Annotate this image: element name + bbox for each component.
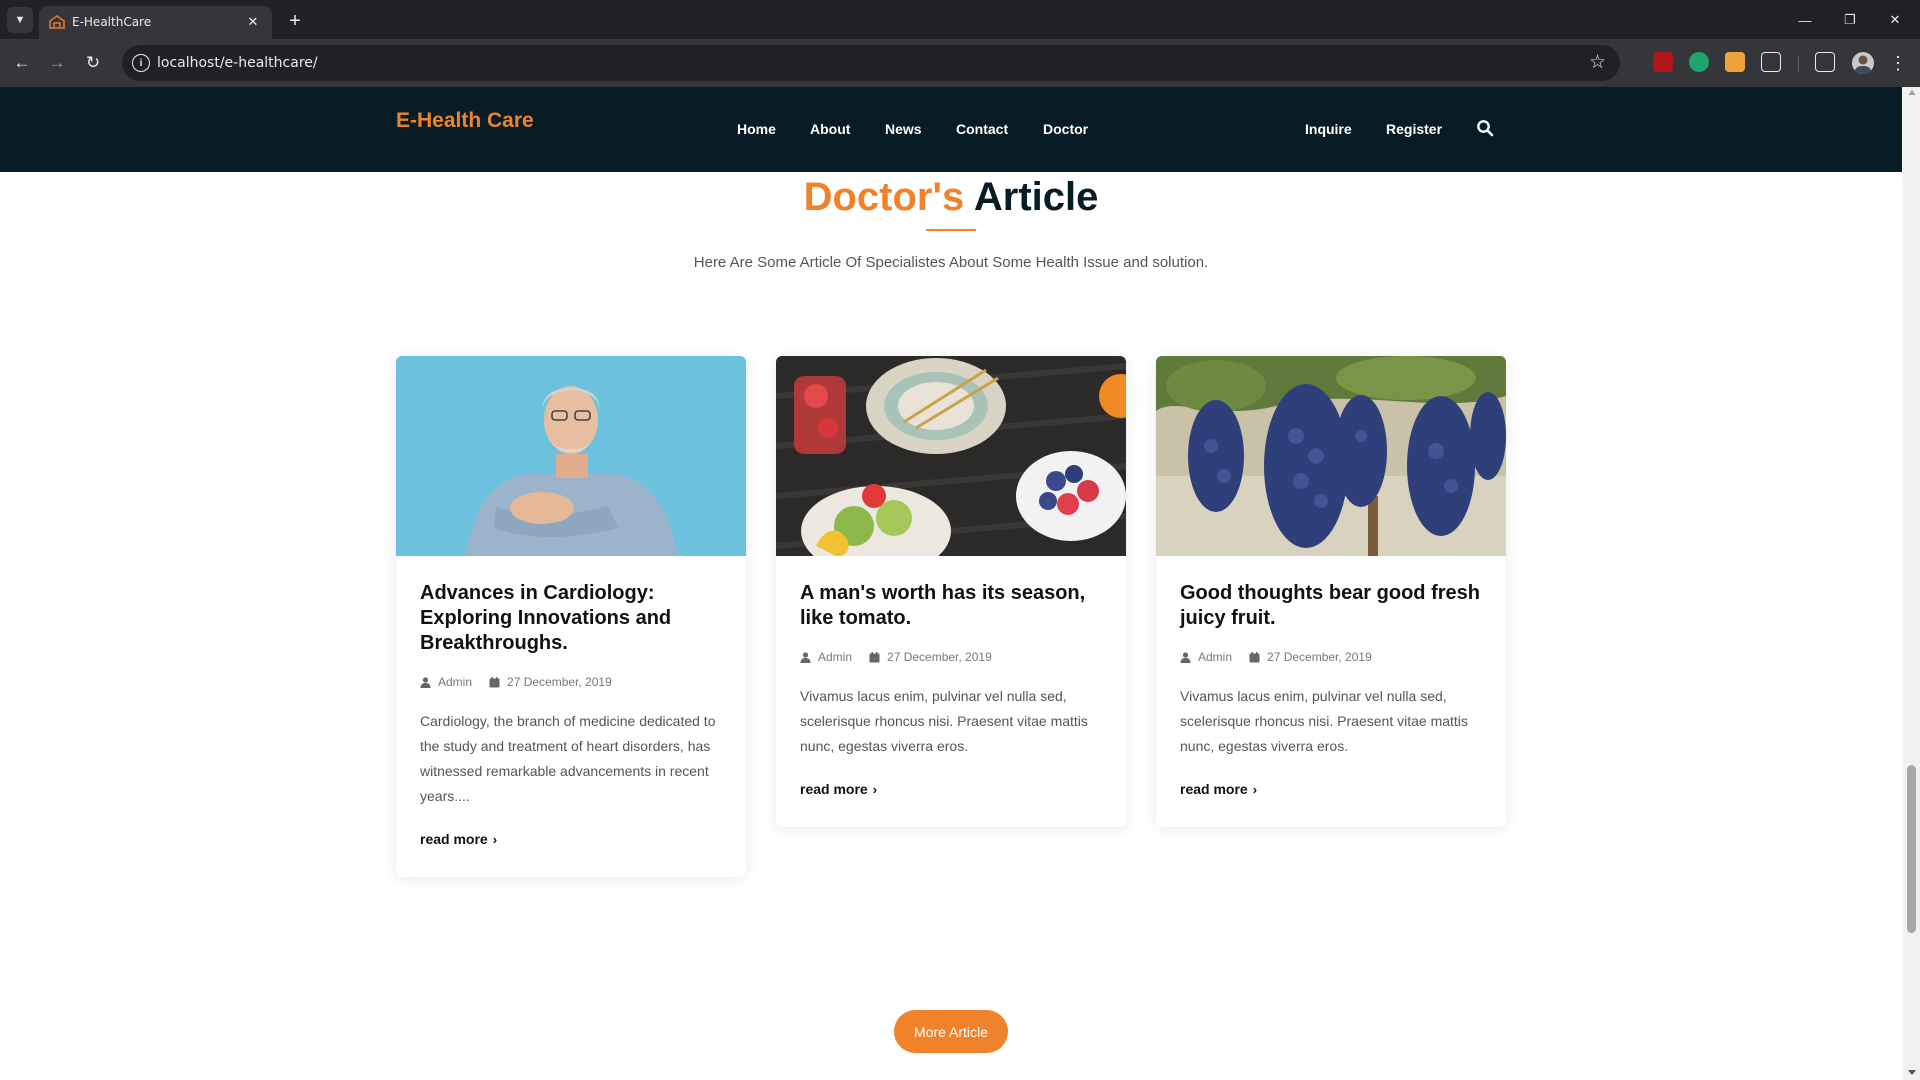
site-info-icon[interactable]: i <box>132 54 150 72</box>
nav-about[interactable]: About <box>810 121 850 137</box>
scrollbar-thumb[interactable] <box>1907 765 1916 933</box>
close-window-icon[interactable]: ✕ <box>1875 8 1915 32</box>
article-title[interactable]: A man's worth has its season, like tomat… <box>800 581 1102 631</box>
extension-icon[interactable] <box>1725 52 1745 72</box>
extensions-puzzle-icon[interactable] <box>1761 52 1781 72</box>
back-icon[interactable]: ← <box>9 50 35 76</box>
article-title[interactable]: Advances in Cardiology: Exploring Innova… <box>420 581 722 656</box>
nav-news[interactable]: News <box>885 121 922 137</box>
read-more-label: read more <box>800 781 868 797</box>
browser-tabbar: ▼ E-HealthCare ✕ + — ❐ ✕ <box>0 0 1920 39</box>
bookmark-star-icon[interactable]: ☆ <box>1589 51 1606 74</box>
article-image-grapes[interactable] <box>1156 356 1506 556</box>
title-underline <box>926 229 976 231</box>
section-title-rest: Article <box>973 175 1099 219</box>
read-more-link[interactable]: read more › <box>800 781 877 797</box>
article-card: Advances in Cardiology: Exploring Innova… <box>396 356 746 877</box>
article-date: 27 December, 2019 <box>1267 650 1372 664</box>
calendar-icon <box>489 676 500 687</box>
nav-register[interactable]: Register <box>1386 121 1442 137</box>
read-more-link[interactable]: read more › <box>1180 781 1257 797</box>
restore-icon[interactable]: ❐ <box>1830 8 1870 32</box>
read-more-label: read more <box>420 831 488 847</box>
article-card: A man's worth has its season, like tomat… <box>776 356 1126 827</box>
browser-menu-icon[interactable]: ⋮ <box>1888 51 1908 75</box>
page-scrollbar[interactable] <box>1903 87 1920 1080</box>
address-url[interactable]: localhost/e-healthcare/ <box>157 55 318 71</box>
scroll-up-icon[interactable] <box>1908 90 1916 95</box>
ublock-extension-icon[interactable] <box>1653 52 1673 72</box>
calendar-icon <box>1249 651 1260 662</box>
article-image-cardiology[interactable] <box>396 356 746 556</box>
forward-icon[interactable]: → <box>44 50 70 76</box>
article-date: 27 December, 2019 <box>507 675 612 689</box>
nav-contact[interactable]: Contact <box>956 121 1008 137</box>
browser-tab[interactable]: E-HealthCare ✕ <box>39 6 272 39</box>
close-tab-icon[interactable]: ✕ <box>243 12 263 32</box>
address-bar[interactable]: i localhost/e-healthcare/ ☆ <box>122 45 1620 81</box>
minimize-icon[interactable]: — <box>1785 8 1825 32</box>
chevron-right-icon: › <box>492 831 498 847</box>
read-more-link[interactable]: read more › <box>420 831 497 847</box>
page-viewport: E-Health Care Home About News Contact Do… <box>0 87 1920 1080</box>
article-title[interactable]: Good thoughts bear good fresh juicy frui… <box>1180 581 1482 631</box>
side-panel-icon[interactable] <box>1815 52 1835 72</box>
site-header: E-Health Care Home About News Contact Do… <box>0 87 1902 172</box>
nav-doctor[interactable]: Doctor <box>1043 121 1088 137</box>
site-favicon-icon <box>49 15 65 29</box>
article-excerpt: Cardiology, the branch of medicine dedic… <box>420 713 716 804</box>
browser-toolbar: ← → ↻ i localhost/e-healthcare/ ☆ ⋮ <box>0 39 1920 87</box>
article-date: 27 December, 2019 <box>887 650 992 664</box>
chevron-right-icon: › <box>872 781 878 797</box>
article-excerpt: Vivamus lacus enim, pulvinar vel nulla s… <box>1180 688 1468 754</box>
article-image-fruit[interactable] <box>776 356 1126 556</box>
user-icon <box>800 651 811 663</box>
section-title-accent: Doctor's <box>803 175 965 219</box>
article-author: Admin <box>438 675 473 689</box>
calendar-icon <box>869 651 880 662</box>
read-more-label: read more <box>1180 781 1248 797</box>
nav-inquire[interactable]: Inquire <box>1305 121 1352 137</box>
nav-home[interactable]: Home <box>737 121 776 137</box>
article-meta: Admin 27 December, 2019 <box>420 675 722 689</box>
article-card: Good thoughts bear good fresh juicy frui… <box>1156 356 1506 827</box>
article-author: Admin <box>1198 650 1233 664</box>
new-tab-button[interactable]: + <box>282 8 308 34</box>
article-excerpt: Vivamus lacus enim, pulvinar vel nulla s… <box>800 688 1088 754</box>
site-logo[interactable]: E-Health Care <box>396 109 534 133</box>
chevron-right-icon: › <box>1252 781 1258 797</box>
scroll-down-icon[interactable] <box>1908 1070 1916 1075</box>
user-icon <box>420 676 431 688</box>
article-meta: Admin 27 December, 2019 <box>1180 650 1482 664</box>
more-article-button[interactable]: More Article <box>894 1010 1008 1053</box>
section-subtitle: Here Are Some Article Of Specialistes Ab… <box>693 254 1209 271</box>
section-title: Doctor's Article <box>0 175 1902 220</box>
article-meta: Admin 27 December, 2019 <box>800 650 1102 664</box>
reload-icon[interactable]: ↻ <box>80 50 106 76</box>
toolbar-divider <box>1798 56 1799 72</box>
chatgpt-extension-icon[interactable] <box>1689 52 1709 72</box>
tab-search-button[interactable]: ▼ <box>7 7 33 33</box>
search-icon[interactable] <box>1476 119 1494 137</box>
profile-avatar[interactable] <box>1852 52 1874 74</box>
user-icon <box>1180 651 1191 663</box>
tab-title: E-HealthCare <box>72 15 152 29</box>
article-author: Admin <box>818 650 853 664</box>
